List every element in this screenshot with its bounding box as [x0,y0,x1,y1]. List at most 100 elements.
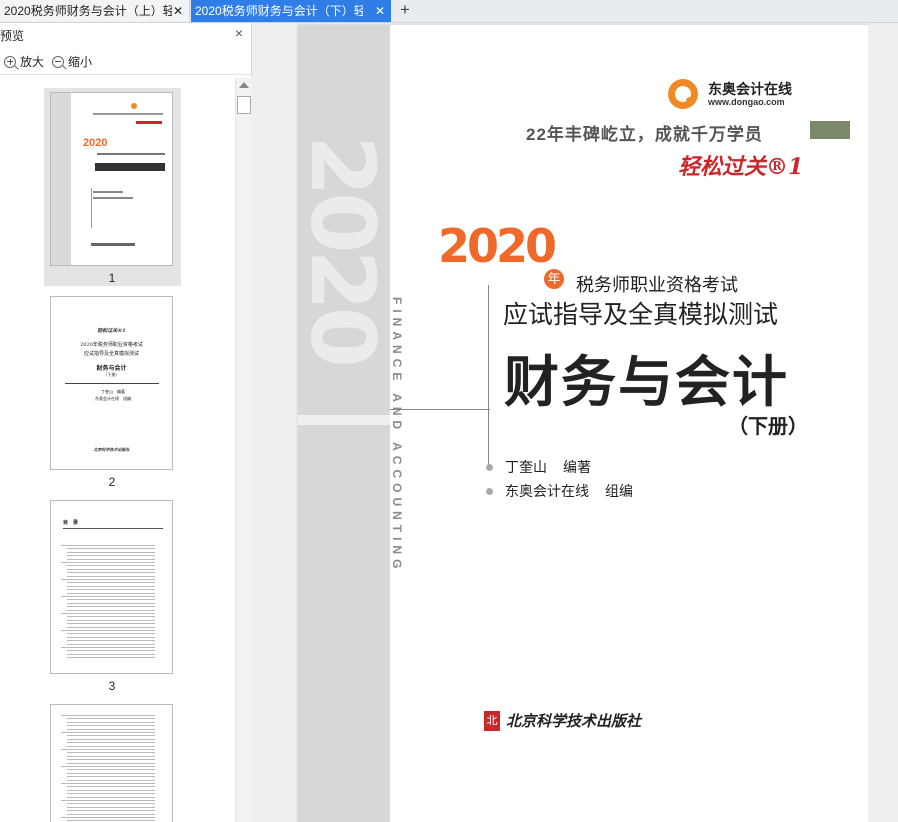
tab-bar: 2020税务师财务与会计（上）轻 ✕ 2020税务师财务与会计（下）轻 ✕ + [0,0,898,23]
subject-title: 财务与会计 [504,349,790,414]
close-icon[interactable]: ✕ [173,0,183,22]
thumb-line [93,197,133,199]
thumbnail-number: 1 [108,271,116,285]
thumb-text-line [67,551,155,553]
author-name: 丁奎山 [505,459,547,475]
thumb-text-line [67,769,155,771]
sidebar-scrollbar[interactable] [235,78,252,822]
vertical-english-text: FINANCE AND ACCOUNTING [390,297,404,574]
thumb-subject: 财务与会计 [96,365,127,372]
slogan-block [810,121,850,139]
thumb-text-line [67,721,155,723]
document-page: 2020 FINANCE AND ACCOUNTING 东奥会计在线 www.d… [298,25,870,822]
thumb-stripe [51,93,71,265]
tab-document-upper[interactable]: 2020税务师财务与会计（上）轻 ✕ [0,0,190,22]
thumb-text-line [67,762,155,764]
sidebar-header: 预览 × [0,23,251,45]
zoom-out-button[interactable]: 缩小 [52,53,92,71]
author-line: 丁奎山 编著 [486,457,591,477]
thumb-text-line [67,619,155,621]
author-line: 东奥会计在线 组编 [486,481,633,501]
divider-vertical [488,285,489,465]
thumb-text-line [67,640,155,642]
main-scrollbar[interactable] [868,23,898,822]
zoom-in-button[interactable]: 放大 [4,53,44,71]
thumb-text-line [67,626,155,628]
publisher-name: 北京科学技术出版社 [506,712,642,730]
thumb-text-line [67,776,155,778]
publisher-logo-icon: 北 [484,710,500,731]
thumb-text-line [67,606,155,608]
tab-document-lower[interactable]: 2020税务师财务与会计（下）轻 ✕ [191,0,391,22]
slogan: 22年丰碑屹立，成就千万学员 [526,125,763,144]
thumb-text-line [67,728,155,730]
tab-label: 2020税务师财务与会计（下）轻 [195,4,363,18]
thumb-text-line [67,623,155,625]
thumb-text-line [67,616,155,618]
thumb-text-line [67,738,155,740]
close-icon[interactable]: ✕ [375,0,385,22]
series-title: 轻松过关®1 [678,154,804,180]
thumb-line [91,188,92,228]
thumb-text-line [67,650,155,652]
bullet-icon [486,488,493,495]
thumb-text-line [67,633,155,635]
logo-icon [131,103,137,109]
thumb-text-line [67,653,155,655]
stripe-year: 2020 [298,135,394,364]
exam-name: 税务师职业资格考试 [576,275,738,295]
thumb-text-line [61,562,155,563]
thumb-text-line [61,715,155,716]
thumbnail-page-2[interactable]: 轻松过关®1 2020年税务师职业资格考试 应试指导及全真模拟测试 财务与会计 … [50,296,173,470]
author-role: 编著 [563,459,591,475]
thumb-text-line [61,647,155,648]
zoom-out-icon [52,56,64,68]
preview-sidebar: 预览 × 放大 缩小 2020 1 轻松过关®1 2020年税务师职业资格考试 … [0,23,252,822]
new-tab-button[interactable]: + [396,0,414,22]
zoom-in-icon [4,56,16,68]
thumb-text-line [61,545,155,546]
author-role: 组编 [605,483,633,499]
thumb-line [91,243,135,246]
thumb-author2: 东奥会计在线 组编 [95,396,131,401]
thumb-text-line [67,786,155,788]
scrollbar-thumb[interactable] [237,96,251,114]
thumb-line1: 2020年税务师职业资格考试 [80,342,143,348]
brand-url: www.dongao.com [708,97,785,107]
thumb-text-line [67,555,155,557]
thumb-text-line [67,789,155,791]
thumb-text-line [67,643,155,645]
thumb-volume: （下册） [103,372,120,377]
author-name: 东奥会计在线 [505,483,589,499]
thumb-text-line [67,772,155,774]
thumb-text-line [61,783,155,784]
thumbnail-page-3[interactable]: 目 录 [50,500,173,674]
brand-name: 东奥会计在线 [708,81,792,97]
zoom-toolbar: 放大 缩小 [0,50,251,75]
thumb-rule [63,528,163,529]
thumb-text-line [67,599,155,601]
thumb-text-line [67,636,155,638]
thumb-line [97,153,165,155]
thumb-line [93,191,123,193]
thumb-line [136,121,162,124]
thumbnail-page-4[interactable] [50,704,173,822]
thumbnail-page-1[interactable]: 2020 [50,92,173,266]
thumb-text-line [61,579,155,580]
thumb-text-line [67,742,155,744]
cover-stripe-band [298,415,390,425]
document-view[interactable]: 2020 FINANCE AND ACCOUNTING 东奥会计在线 www.d… [252,23,898,822]
thumbnail-number: 2 [108,475,116,489]
thumb-text-line [67,592,155,594]
dongao-logo-icon [668,79,698,109]
thumb-text-line [67,572,155,574]
thumb-text-line [67,568,155,570]
scroll-up-icon[interactable] [239,82,249,88]
cover-year: 2020 [438,219,557,273]
thumb-text-line [61,630,155,631]
thumbnail-list: 2020 1 轻松过关®1 2020年税务师职业资格考试 应试指导及全真模拟测试… [0,78,235,822]
thumbnail-number: 3 [108,679,116,693]
sidebar-title: 预览 [0,29,25,43]
close-icon[interactable]: × [235,25,243,41]
thumb-year: 2020 [83,137,108,149]
